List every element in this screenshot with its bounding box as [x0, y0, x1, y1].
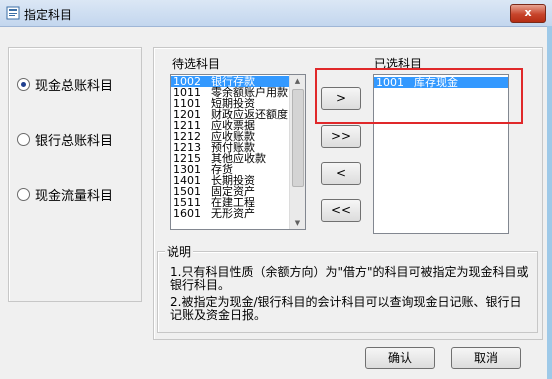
- list-item[interactable]: 1601 无形资产: [171, 208, 289, 219]
- cancel-button[interactable]: 取消: [451, 347, 521, 369]
- highlight-box: [315, 68, 523, 124]
- close-icon: x: [524, 6, 532, 19]
- radio-bank-ledger[interactable]: 银行总账科目: [17, 130, 113, 149]
- title-bar[interactable]: 指定科目 x: [0, 0, 552, 27]
- account-type-group: 现金总账科目 银行总账科目 现金流量科目: [8, 47, 142, 302]
- subject-name: 无形资产: [211, 207, 255, 220]
- radio-label-cash-flow: 现金流量科目: [35, 189, 114, 204]
- window-title: 指定科目: [24, 8, 73, 22]
- app-icon: [6, 6, 20, 20]
- add-all-button[interactable]: >>: [321, 125, 361, 148]
- scroll-up-icon[interactable]: ▲: [290, 75, 305, 87]
- explanation-note-2: 2.被指定为现金/银行科目的会计科目可以查询现金日记账、银行日记账及资金日报。: [170, 295, 522, 322]
- radio-label-cash-ledger: 现金总账科目: [35, 79, 114, 94]
- radio-cash-ledger[interactable]: 现金总账科目: [17, 75, 113, 94]
- remove-all-button[interactable]: <<: [321, 199, 361, 222]
- candidate-list-label: 待选科目: [172, 57, 221, 71]
- radio-button-cash-flow[interactable]: [17, 188, 30, 201]
- candidate-scrollbar[interactable]: ▲ ▼: [289, 75, 305, 229]
- radio-label-bank-ledger: 银行总账科目: [35, 134, 114, 149]
- scroll-down-icon[interactable]: ▼: [290, 217, 305, 229]
- subject-code: 1601: [173, 207, 201, 220]
- explanation-note-1: 1.只有科目性质（余额方向）为"借方"的科目可被指定为现金科目或银行科目。: [170, 265, 529, 292]
- radio-cash-flow[interactable]: 现金流量科目: [17, 185, 113, 204]
- window-border: [547, 26, 552, 379]
- confirm-button[interactable]: 确认: [365, 347, 435, 369]
- dialog-window: 指定科目 x 现金总账科目 银行总账科目 现金流量科目 待选科目 已选科目 10…: [0, 0, 552, 379]
- remove-one-button[interactable]: <: [321, 162, 361, 185]
- radio-button-bank-ledger[interactable]: [17, 133, 30, 146]
- scroll-thumb[interactable]: [292, 89, 304, 187]
- explanation-title: 说明: [165, 243, 194, 260]
- candidate-listbox[interactable]: 1002 银行存款 1011 零余额账户用款 1101 短期投资 1201 财政应返还额度 12…: [170, 74, 306, 230]
- close-button[interactable]: x: [510, 4, 546, 23]
- radio-button-cash-ledger[interactable]: [17, 78, 30, 91]
